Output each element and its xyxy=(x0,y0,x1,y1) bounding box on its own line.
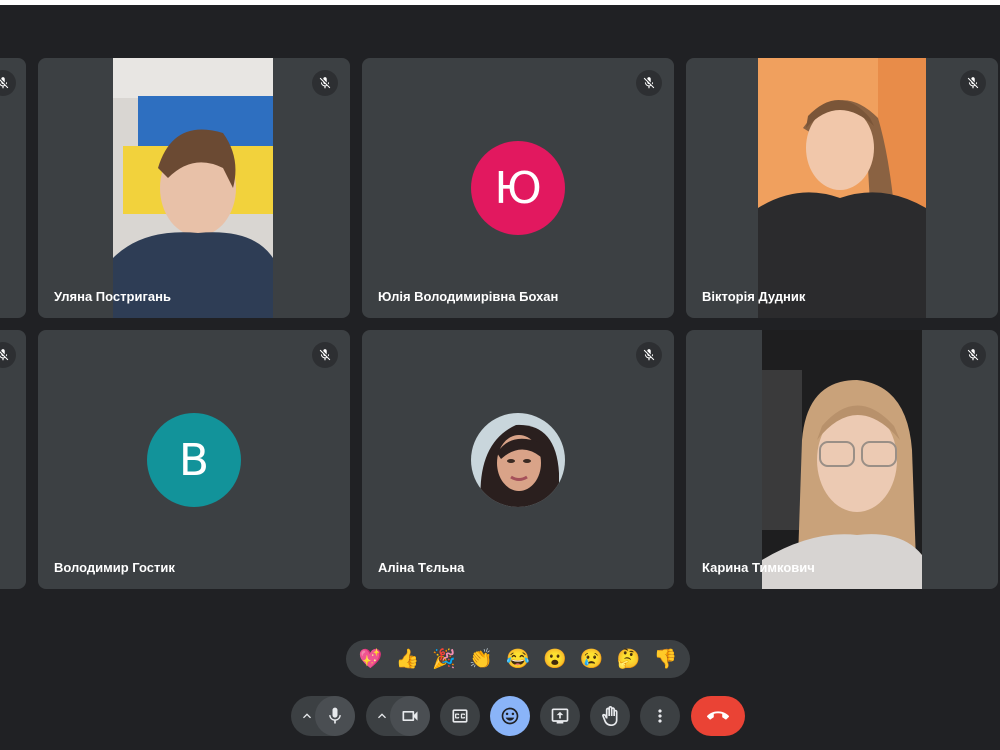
mic-off-icon xyxy=(960,70,986,96)
window-top-bar xyxy=(0,0,1000,5)
participant-name: Юлія Володимирівна Бохан xyxy=(378,289,559,304)
participant-tile[interactable]: В Володимир Гостик xyxy=(38,330,350,589)
mic-button[interactable] xyxy=(315,696,355,736)
mic-off-icon xyxy=(636,70,662,96)
reaction-surprised[interactable]: 😮 xyxy=(540,644,570,674)
participant-tile[interactable]: Уляна Постригань xyxy=(38,58,350,318)
avatar xyxy=(471,413,565,507)
reaction-clapping[interactable]: 👏 xyxy=(466,644,496,674)
participant-video xyxy=(758,58,926,318)
participant-name: Карина Тимкович xyxy=(702,560,815,575)
raise-hand-button[interactable] xyxy=(590,696,630,736)
mic-off-icon xyxy=(0,342,16,368)
participant-video xyxy=(113,58,273,318)
participant-video xyxy=(762,330,922,589)
reaction-sparkling-heart[interactable]: 💖 xyxy=(355,644,385,674)
mic-off-icon xyxy=(960,342,986,368)
reaction-laughing[interactable]: 😂 xyxy=(503,644,533,674)
more-options-button[interactable] xyxy=(640,696,680,736)
present-screen-icon xyxy=(551,708,569,724)
participant-tile-partial[interactable] xyxy=(0,58,26,318)
reactions-bar: 💖 👍 🎉 👏 😂 😮 😢 🤔 👎 xyxy=(346,640,690,678)
camera-button[interactable] xyxy=(390,696,430,736)
participant-name: Аліна Тєльна xyxy=(378,560,465,575)
mic-off-icon xyxy=(312,342,338,368)
reaction-thinking[interactable]: 🤔 xyxy=(614,644,644,674)
participant-name: Володимир Гостик xyxy=(54,560,175,575)
participant-tile[interactable]: Аліна Тєльна xyxy=(362,330,674,589)
present-button[interactable] xyxy=(540,696,580,736)
end-call-icon xyxy=(707,711,729,720)
participant-tile[interactable]: Ю Юлія Володимирівна Бохан xyxy=(362,58,674,318)
hand-icon xyxy=(602,706,618,726)
reaction-thumbs-up[interactable]: 👍 xyxy=(392,644,422,674)
participant-tile-partial[interactable] xyxy=(0,330,26,589)
participant-name: Уляна Постригань xyxy=(54,289,171,304)
emoji-icon xyxy=(501,707,519,725)
mic-off-icon xyxy=(636,342,662,368)
more-vert-icon xyxy=(658,709,662,723)
participant-name: Вікторія Дудник xyxy=(702,289,806,304)
reaction-thumbs-down[interactable]: 👎 xyxy=(650,644,680,674)
reaction-party-popper[interactable]: 🎉 xyxy=(429,644,459,674)
mic-off-icon xyxy=(312,70,338,96)
participant-tile[interactable]: Вікторія Дудник xyxy=(686,58,998,318)
call-controls xyxy=(0,696,1000,738)
end-call-button[interactable] xyxy=(691,696,745,736)
avatar: В xyxy=(147,413,241,507)
mic-off-icon xyxy=(0,70,16,96)
participant-tile[interactable]: Карина Тимкович xyxy=(686,330,998,589)
closed-captions-icon xyxy=(452,709,468,723)
captions-button[interactable] xyxy=(440,696,480,736)
reactions-button[interactable] xyxy=(490,696,530,736)
mic-icon xyxy=(329,707,341,724)
videocam-icon xyxy=(402,711,418,721)
avatar: Ю xyxy=(471,141,565,235)
reaction-crying[interactable]: 😢 xyxy=(577,644,607,674)
